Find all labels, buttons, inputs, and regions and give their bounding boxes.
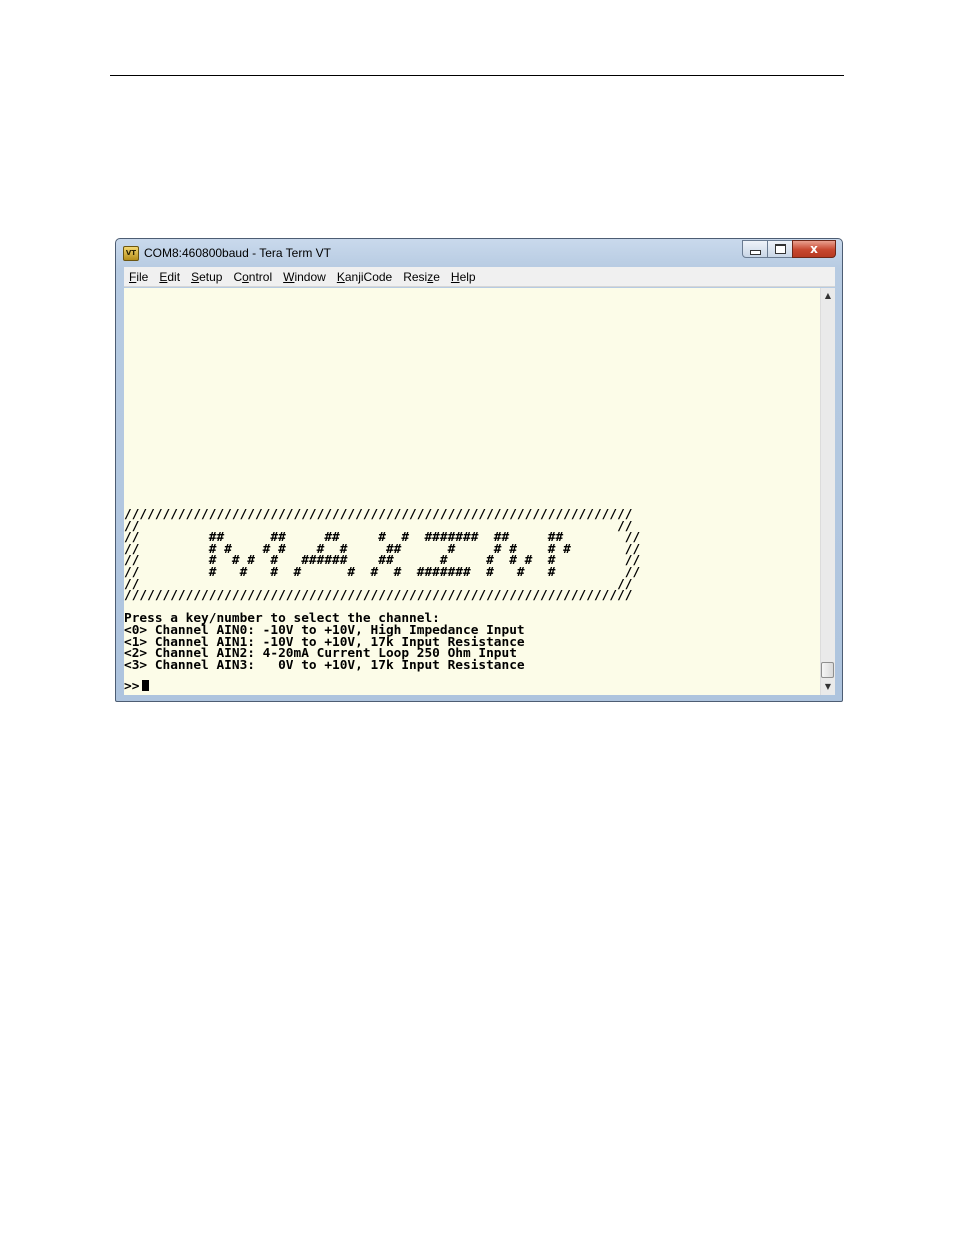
maximize-icon bbox=[774, 244, 786, 254]
menu-help[interactable]: Help bbox=[446, 270, 482, 284]
menu-setup[interactable]: Setup bbox=[186, 270, 228, 284]
tera-term-window[interactable]: VT COM8:460800baud - Tera Term VT x File… bbox=[115, 238, 843, 702]
menu-window[interactable]: Window bbox=[278, 270, 332, 284]
vertical-scrollbar[interactable]: ▲ ▼ bbox=[820, 288, 835, 695]
prompt-symbol: >> bbox=[124, 679, 140, 694]
scroll-up-arrow-icon[interactable]: ▲ bbox=[821, 288, 835, 304]
title-bar[interactable]: VT COM8:460800baud - Tera Term VT x bbox=[116, 239, 842, 267]
command-prompt[interactable]: >> bbox=[124, 679, 150, 694]
menu-control[interactable]: Control bbox=[228, 270, 278, 284]
scrollbar-thumb[interactable] bbox=[821, 662, 834, 678]
maximize-button[interactable] bbox=[767, 240, 793, 258]
page-header-rule bbox=[110, 75, 844, 76]
tera-term-app-icon[interactable]: VT bbox=[123, 246, 139, 261]
terminal-screen[interactable]: ////////////////////////////////////////… bbox=[124, 288, 820, 695]
channel-option-ain3: <3> Channel AIN3: 0V to +10V, 17k Input … bbox=[124, 657, 525, 673]
window-controls: x bbox=[742, 240, 836, 259]
window-title: COM8:460800baud - Tera Term VT bbox=[144, 246, 331, 260]
menu-kanjicode[interactable]: KanjiCode bbox=[332, 270, 398, 284]
terminal-output: ////////////////////////////////////////… bbox=[124, 508, 640, 673]
scroll-down-arrow-icon[interactable]: ▼ bbox=[821, 679, 835, 695]
banner-line: ////////////////////////////////////////… bbox=[124, 588, 633, 604]
minimize-icon bbox=[749, 250, 761, 255]
menu-file[interactable]: File bbox=[124, 270, 154, 284]
menu-edit[interactable]: Edit bbox=[154, 270, 186, 284]
menu-resize[interactable]: Resize bbox=[398, 270, 446, 284]
text-cursor bbox=[142, 680, 150, 691]
close-icon: x bbox=[810, 242, 818, 256]
minimize-button[interactable] bbox=[742, 240, 768, 258]
menu-bar: File Edit Setup Control Window KanjiCode… bbox=[124, 267, 835, 287]
close-button[interactable]: x bbox=[792, 240, 836, 258]
